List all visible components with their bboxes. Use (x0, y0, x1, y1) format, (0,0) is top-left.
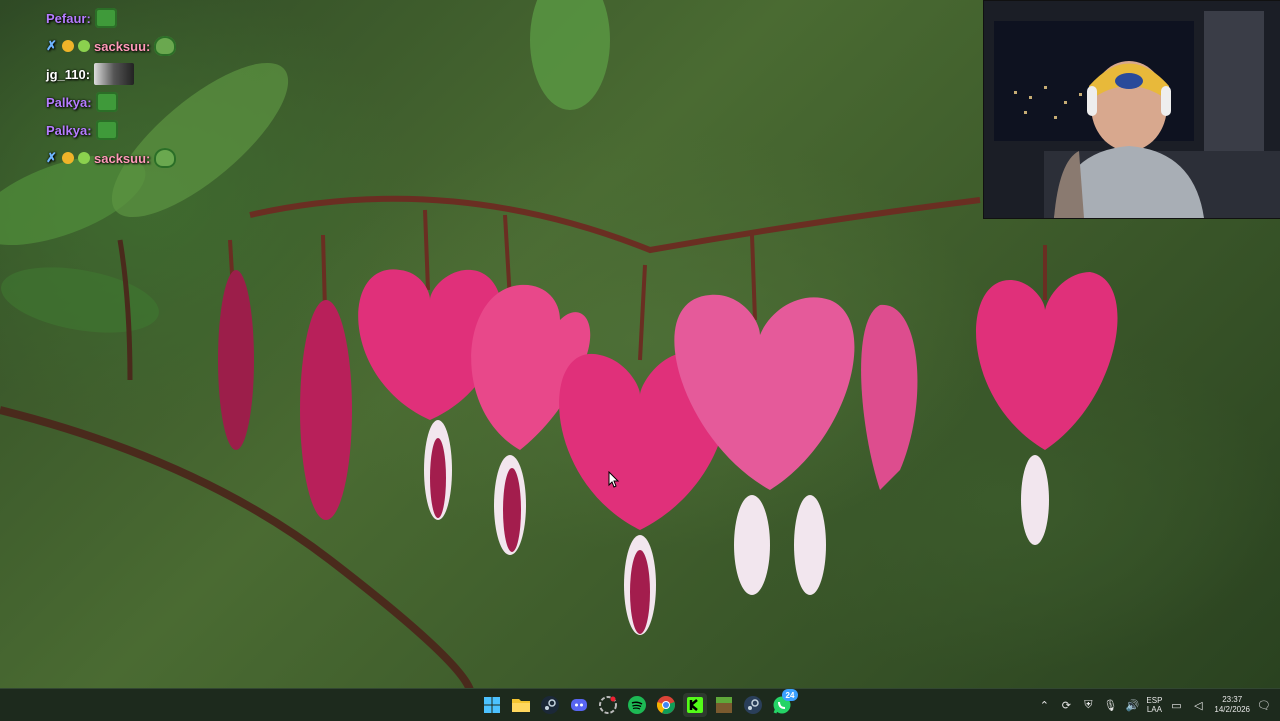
discord-button[interactable] (567, 693, 591, 717)
steam-2-button[interactable] (741, 693, 765, 717)
chat-username: Pefaur: (46, 10, 91, 26)
system-tray: ⌃ ⟳ ⛨ 🎙 🔊 ESP LAA ▭ ◁ 23:37 14/2/2026 🗨 (1036, 689, 1280, 721)
leaf-badge-icon (78, 40, 90, 52)
taskbar: 24 ⌃ ⟳ ⛨ 🎙 🔊 ESP LAA ▭ ◁ 23:37 14/2/2026… (0, 688, 1280, 721)
minecraft-icon (716, 697, 732, 713)
leaf-badge-icon (78, 152, 90, 164)
stream-chat-overlay: Pefaur: ✗ sacksuu: jg_110: Palkya: Palky… (46, 4, 246, 172)
chat-message: Palkya: (46, 88, 246, 116)
clock-date: 14/2/2026 (1214, 705, 1250, 714)
chevron-up-icon[interactable]: ⌃ (1036, 697, 1052, 713)
keyboard-layout: LAA (1146, 705, 1162, 714)
chrome-icon (657, 696, 675, 714)
folder-icon (512, 699, 530, 712)
sword-badge-icon: ✗ (46, 38, 57, 53)
windows-start-button[interactable] (480, 693, 504, 717)
chat-message: ✗ sacksuu: (46, 32, 246, 60)
taskbar-apps: 24 (480, 689, 798, 721)
kick-button[interactable] (683, 693, 707, 717)
steam-icon (541, 696, 559, 714)
chat-username: jg_110: (46, 66, 91, 82)
chat-username: Palkya: (46, 94, 92, 110)
spotify-button[interactable] (625, 693, 649, 717)
sync-icon[interactable]: ⟳ (1058, 697, 1074, 713)
pepe-frog-emote-icon (154, 148, 177, 168)
app-button[interactable] (596, 693, 620, 717)
chrome-button[interactable] (654, 693, 678, 717)
chat-message: Palkya: (46, 116, 246, 144)
steam-button[interactable] (538, 693, 562, 717)
chat-message: Pefaur: (46, 4, 246, 32)
clock-time: 23:37 (1222, 695, 1243, 704)
pepe-frog-emote-icon (154, 36, 177, 56)
pepe-box-emote-icon (94, 8, 117, 28)
whatsapp-button[interactable]: 24 (770, 689, 798, 717)
volume-icon[interactable]: 🔊 (1124, 697, 1140, 713)
chat-username: sacksuu: (94, 150, 151, 166)
defender-shield-icon[interactable]: ⛨ (1080, 697, 1096, 713)
chat-message: jg_110: (46, 60, 246, 88)
language-indicator[interactable]: ESP LAA (1146, 696, 1162, 714)
clock[interactable]: 23:37 14/2/2026 (1214, 695, 1250, 715)
app-icon (599, 696, 617, 714)
windows-start-icon (484, 697, 500, 713)
steam-icon (744, 696, 762, 714)
minecraft-button[interactable] (712, 693, 736, 717)
network-icon[interactable]: ▭ (1168, 697, 1184, 713)
discord-icon (571, 699, 587, 711)
pepe-box-emote-icon (95, 120, 118, 140)
photo-emote-icon (94, 63, 135, 85)
chat-username: sacksuu: (94, 38, 151, 54)
language-code: ESP (1146, 696, 1163, 705)
sound-icon[interactable]: ◁ (1190, 697, 1206, 713)
sun-badge-icon (62, 152, 74, 164)
pepe-box-emote-icon (95, 92, 118, 112)
kick-icon (687, 697, 703, 713)
whatsapp-notification-badge: 24 (782, 689, 798, 701)
spotify-icon (628, 696, 646, 714)
notification-icon[interactable]: 🗨 (1256, 697, 1272, 713)
chat-message: ✗ sacksuu: (46, 144, 246, 172)
chat-username: Palkya: (46, 122, 92, 138)
sword-badge-icon: ✗ (46, 150, 57, 165)
file-explorer-button[interactable] (509, 693, 533, 717)
mouse-cursor-icon (608, 471, 620, 488)
sun-badge-icon (62, 40, 74, 52)
webcam-overlay (983, 0, 1280, 219)
microphone-icon[interactable]: 🎙 (1102, 697, 1118, 713)
